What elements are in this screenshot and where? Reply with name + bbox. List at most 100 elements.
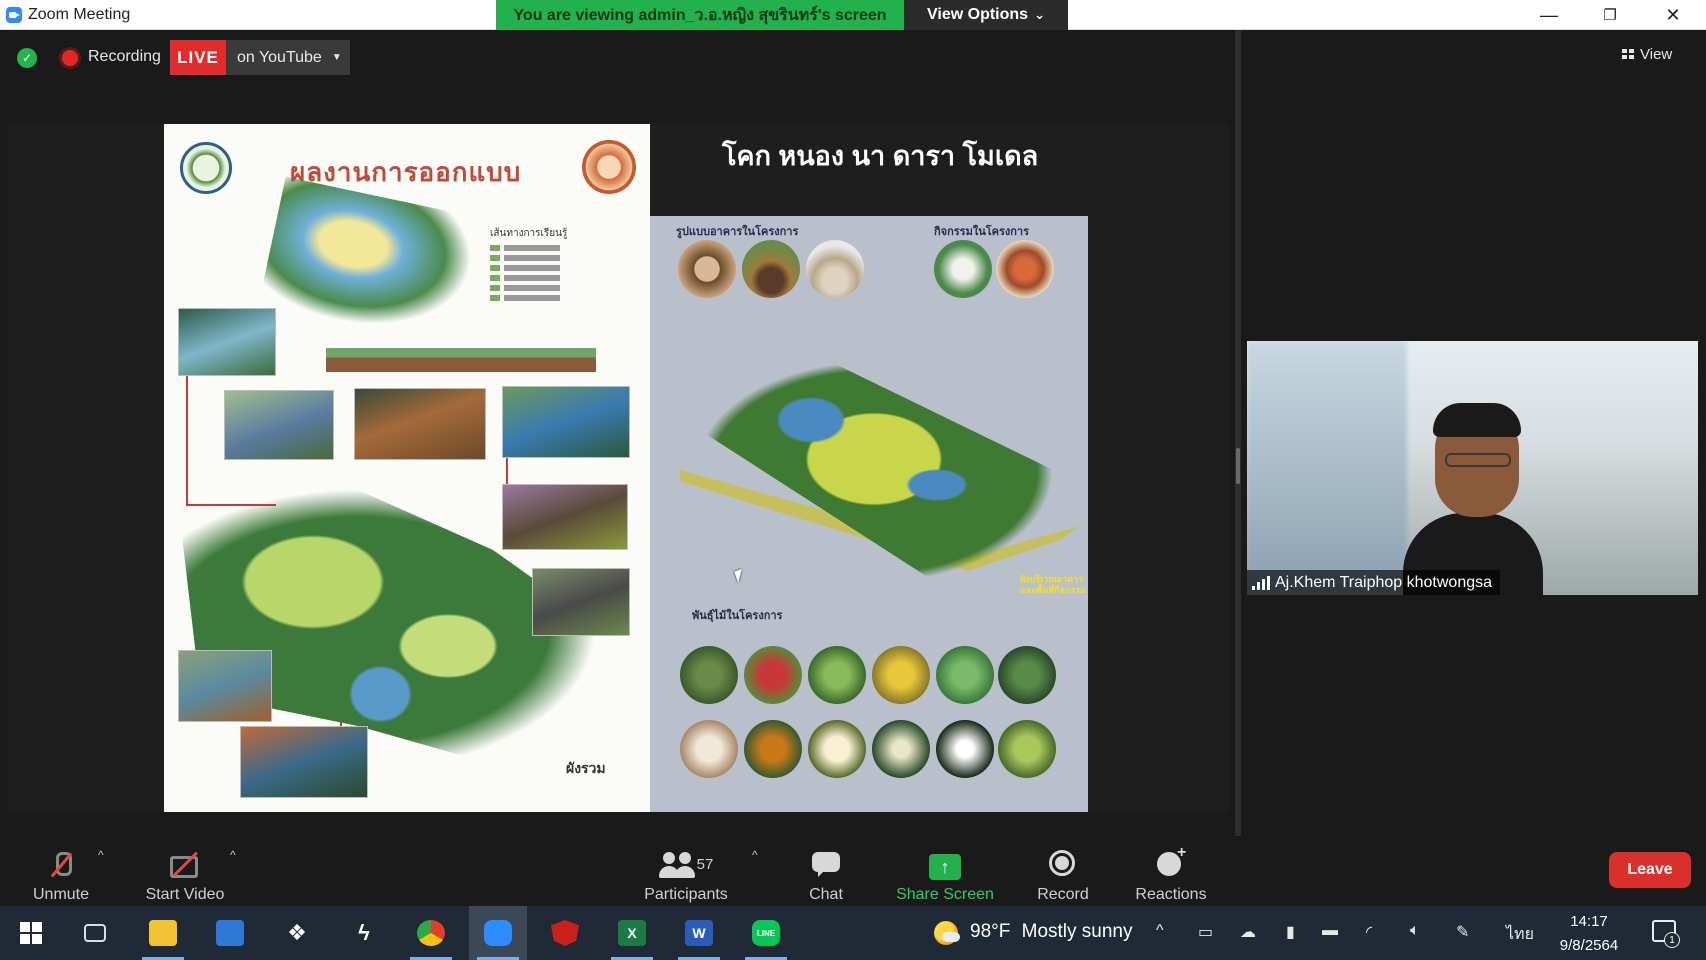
reactions-icon bbox=[1153, 844, 1189, 880]
pen-icon[interactable]: ✎ bbox=[1456, 922, 1469, 942]
shield-app-icon bbox=[551, 920, 579, 946]
taskbar-file-explorer[interactable] bbox=[134, 906, 192, 960]
share-screen-icon: ↑ bbox=[929, 854, 961, 880]
plant-photo bbox=[744, 646, 802, 704]
onedrive-cloud-icon[interactable]: ☁ bbox=[1240, 922, 1256, 942]
plants-section-title: พันธุ์ไม้ในโครงการ bbox=[692, 610, 783, 622]
meeting-toolbar bbox=[0, 836, 1706, 906]
legend-line bbox=[490, 245, 560, 251]
plant-photo bbox=[680, 720, 738, 778]
plant-photo bbox=[998, 646, 1056, 704]
dropbox-icon: ❖ bbox=[287, 920, 307, 945]
audio-options-caret-icon[interactable]: ^ bbox=[98, 848, 104, 862]
clock-date: 9/8/2564 bbox=[1559, 937, 1619, 954]
wifi-icon[interactable]: ◜ bbox=[1366, 922, 1372, 942]
panel-splitter[interactable] bbox=[1235, 30, 1241, 836]
taskbar-word[interactable]: W bbox=[670, 906, 728, 960]
record-label: Record bbox=[1037, 886, 1089, 903]
leave-button[interactable]: Leave bbox=[1609, 852, 1691, 888]
task-view-button[interactable] bbox=[66, 906, 124, 960]
activity-photo bbox=[934, 240, 992, 298]
building-photo bbox=[678, 240, 736, 298]
weather-description: Mostly sunny bbox=[1021, 921, 1133, 942]
taskbar-zoom[interactable] bbox=[469, 906, 527, 960]
start-button[interactable] bbox=[2, 906, 60, 960]
view-options-button[interactable]: View Options ⌄ bbox=[904, 0, 1068, 30]
recording-icon bbox=[62, 50, 78, 66]
activities-section-title: กิจกรรมในโครงการ bbox=[934, 226, 1030, 238]
callout-line bbox=[186, 376, 188, 506]
close-button[interactable]: ✕ bbox=[1650, 0, 1696, 30]
live-stream-dropdown[interactable]: on YouTube ▼ bbox=[226, 40, 350, 75]
participant-hair bbox=[1433, 403, 1521, 437]
show-hidden-icons-icon[interactable]: ^ bbox=[1156, 922, 1164, 940]
share-screen-label: Share Screen bbox=[896, 886, 994, 903]
video-off-icon bbox=[167, 848, 203, 880]
taskbar-line[interactable]: LINE bbox=[737, 906, 795, 960]
video-background bbox=[1247, 341, 1407, 595]
chat-button[interactable]: Chat bbox=[805, 842, 847, 904]
splitter-grip-handle[interactable] bbox=[1236, 448, 1240, 484]
signal-strength-icon bbox=[1252, 576, 1270, 590]
plant-photo bbox=[744, 720, 802, 778]
viewing-screen-banner: You are viewing admin_ว.อ.หญิง สุขรินทร์… bbox=[496, 0, 904, 30]
start-video-button[interactable]: Start Video bbox=[140, 842, 230, 904]
line-icon: LINE bbox=[752, 920, 780, 946]
minimize-button[interactable]: — bbox=[1526, 0, 1572, 30]
view-button[interactable]: View bbox=[1622, 40, 1696, 68]
input-language-indicator[interactable]: ไทย bbox=[1506, 922, 1534, 947]
slide-title: โคก หนอง นา ดารา โมเดล bbox=[722, 141, 1039, 171]
unmute-button[interactable]: Unmute bbox=[26, 842, 96, 904]
reactions-label: Reactions bbox=[1135, 886, 1207, 903]
site-photo bbox=[502, 386, 630, 458]
taskbar-excel[interactable]: X bbox=[603, 906, 661, 960]
taskbar-chrome[interactable] bbox=[402, 906, 460, 960]
plant-photo bbox=[936, 646, 994, 704]
caret-down-icon: ▼ bbox=[331, 52, 342, 63]
site-photo bbox=[224, 390, 334, 460]
cross-section-image bbox=[326, 348, 596, 372]
taskbar-app[interactable]: ϟ bbox=[335, 906, 393, 960]
chat-bubble-icon bbox=[808, 848, 844, 880]
legend-line bbox=[490, 285, 560, 291]
plant-photo bbox=[998, 720, 1056, 778]
zoom-app-icon bbox=[6, 7, 22, 23]
taskbar-mcafee[interactable] bbox=[536, 906, 594, 960]
activity-photo bbox=[996, 240, 1054, 298]
windows-logo-icon bbox=[20, 922, 42, 944]
taskbar-dropbox[interactable]: ❖ bbox=[268, 906, 326, 960]
plant-photo bbox=[680, 646, 738, 704]
clock-time: 14:17 bbox=[1570, 913, 1608, 930]
site-photo bbox=[240, 726, 368, 798]
mail-icon bbox=[216, 920, 244, 946]
legend-line bbox=[490, 265, 560, 271]
microphone-tray-icon[interactable]: ▮ bbox=[1286, 922, 1295, 942]
taskbar-clock[interactable]: 14:17 9/8/2564 bbox=[1552, 910, 1626, 958]
meet-now-icon[interactable]: ▭ bbox=[1198, 922, 1213, 942]
chat-label: Chat bbox=[809, 886, 843, 903]
participants-count: 57 bbox=[696, 855, 714, 873]
participants-button[interactable]: 57 Participants bbox=[640, 842, 732, 904]
participants-options-caret-icon[interactable]: ^ bbox=[752, 848, 758, 862]
live-stream-target: on YouTube bbox=[237, 48, 322, 66]
taskbar-mail[interactable] bbox=[201, 906, 259, 960]
participant-video-tile[interactable] bbox=[1247, 341, 1698, 595]
volume-icon[interactable]: 🔈︎ bbox=[1410, 922, 1420, 940]
site-photo bbox=[178, 308, 276, 376]
record-button[interactable]: Record bbox=[1035, 842, 1091, 904]
record-icon bbox=[1045, 848, 1081, 880]
share-screen-button[interactable]: ↑ Share Screen bbox=[895, 842, 995, 904]
building-photo bbox=[742, 240, 800, 298]
plant-photo bbox=[936, 720, 994, 778]
legend-line bbox=[490, 295, 560, 301]
reactions-button[interactable]: Reactions bbox=[1133, 842, 1209, 904]
plant-photo bbox=[808, 646, 866, 704]
buildings-section-title: รูปแบบอาคารในโครงการ bbox=[676, 226, 799, 238]
security-shield-icon[interactable]: ✓ bbox=[17, 48, 37, 68]
restore-button[interactable]: ❐ bbox=[1587, 0, 1633, 30]
weather-widget[interactable]: 98°F Mostly sunny bbox=[970, 921, 1133, 943]
start-video-label: Start Video bbox=[145, 886, 225, 903]
battery-icon[interactable]: ▬ bbox=[1322, 922, 1338, 940]
video-options-caret-icon[interactable]: ^ bbox=[230, 848, 236, 862]
notification-count-badge: 1 bbox=[1664, 932, 1680, 948]
